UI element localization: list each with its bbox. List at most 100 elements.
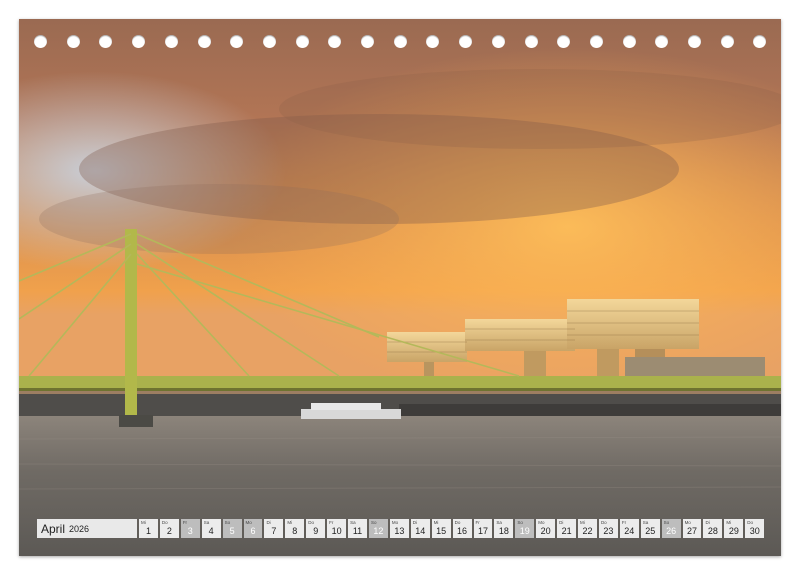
weekday-label: Fr — [182, 520, 188, 525]
binding-hole — [295, 35, 309, 48]
day-number: 14 — [415, 526, 426, 536]
weekday-label: Mi — [287, 520, 293, 525]
day-cell: Fr 17 — [473, 519, 493, 538]
day-cell: Sa 25 — [640, 519, 660, 538]
month-name: April — [41, 521, 66, 536]
binding-hole — [557, 35, 571, 48]
binding-hole — [328, 35, 342, 48]
day-number: 21 — [561, 526, 572, 536]
weekday-label: Mo — [538, 520, 545, 525]
binding-hole — [262, 35, 276, 48]
weekday-label: Di — [412, 520, 418, 525]
day-number: 10 — [331, 526, 342, 536]
weekday-label: Di — [266, 520, 271, 525]
day-number: 18 — [498, 526, 509, 536]
day-number: 27 — [687, 526, 698, 536]
day-cell: Fr 24 — [619, 519, 639, 538]
day-cell: Do 23 — [598, 519, 618, 538]
day-number: 7 — [271, 526, 277, 536]
weekday-label: Mo — [391, 520, 399, 525]
weekday-label: Di — [559, 520, 564, 525]
day-cell: Di 28 — [703, 519, 723, 538]
day-cell: Mi 1 — [139, 519, 158, 538]
day-cell: Mi 8 — [285, 519, 305, 538]
day-number: 15 — [436, 526, 447, 536]
binding-hole — [393, 35, 407, 48]
binding-hole — [524, 35, 538, 48]
day-number: 17 — [477, 526, 488, 536]
day-cell: Mi 22 — [578, 519, 597, 538]
weekday-label: Do — [600, 520, 607, 525]
weekday-label: Fr — [329, 520, 334, 525]
day-cell: Sa 18 — [494, 519, 514, 538]
weekday-label: Fr — [621, 520, 627, 525]
weekday-label: Do — [308, 520, 315, 525]
binding-hole — [99, 35, 113, 48]
day-cell: Fr 10 — [327, 519, 347, 538]
day-number: 8 — [292, 526, 298, 536]
day-number: 2 — [166, 526, 172, 536]
day-cell: Do 2 — [159, 519, 179, 538]
weekday-label: Mo — [684, 520, 691, 525]
day-cell: Mi 15 — [431, 519, 451, 538]
day-number: 11 — [352, 526, 363, 536]
weekday-label: Mi — [580, 520, 585, 525]
day-number: 22 — [582, 526, 593, 536]
day-cell: Di 21 — [557, 519, 577, 538]
day-cell: Do 16 — [452, 519, 472, 538]
day-cell: So 12 — [368, 519, 388, 538]
sunset-cityscape-image — [19, 19, 781, 556]
day-cell: Sa 11 — [348, 519, 367, 538]
weekday-label: Do — [747, 520, 754, 525]
weekday-label: So — [663, 520, 670, 525]
day-number: 28 — [707, 526, 718, 536]
day-cell: Mi 29 — [724, 519, 744, 538]
weekday-label: Mo — [245, 520, 252, 525]
day-number: 1 — [145, 526, 151, 536]
weekday-label: Do — [161, 520, 168, 525]
day-number: 30 — [749, 526, 760, 536]
month-label-box: April 2026 — [37, 519, 137, 538]
day-cell: Mo 20 — [536, 519, 556, 538]
day-number: 20 — [540, 526, 551, 536]
weekday-label: Mi — [433, 520, 439, 525]
day-cell: Mo 6 — [243, 519, 263, 538]
binding-hole — [622, 35, 636, 48]
day-number: 9 — [313, 526, 319, 536]
binding-hole — [361, 35, 374, 48]
day-number: 6 — [250, 526, 256, 536]
day-number: 24 — [624, 526, 635, 536]
weekday-label: Mi — [726, 520, 732, 525]
spiral-binding-holes — [19, 35, 781, 49]
day-cell: So 26 — [661, 519, 681, 538]
binding-hole — [459, 35, 473, 48]
day-cell: Fr 3 — [180, 519, 200, 538]
day-cell: Sa 4 — [201, 519, 221, 538]
day-number: 16 — [457, 526, 468, 536]
binding-hole — [589, 35, 603, 48]
weekday-label: Mi — [141, 520, 146, 525]
weekday-label: So — [517, 520, 523, 525]
day-cell: Mo 27 — [682, 519, 702, 538]
day-number: 5 — [229, 526, 235, 536]
day-number: 23 — [603, 526, 614, 536]
weekday-label: So — [370, 520, 377, 525]
day-cells: Mi 1 Do 2 Fr 3 Sa 4 So 5 Mo 6 Di 7 Mi 8 Do 9 Fr 10 Sa 11 So 12 M… — [139, 519, 765, 538]
binding-hole — [132, 35, 146, 48]
weekday-label: So — [224, 520, 231, 525]
weekday-label: Sa — [350, 520, 356, 525]
weekday-label: Fr — [475, 520, 480, 525]
binding-hole — [34, 35, 47, 48]
day-cell: Di 14 — [410, 519, 430, 538]
weekday-label: Sa — [496, 520, 502, 525]
binding-hole — [688, 35, 701, 48]
day-cell: So 19 — [515, 519, 535, 538]
day-cell: Do 9 — [306, 519, 326, 538]
weekday-label: Do — [454, 520, 461, 525]
day-number: 12 — [373, 526, 384, 536]
binding-hole — [426, 35, 440, 48]
day-number: 25 — [645, 526, 656, 536]
year-label: 2026 — [69, 523, 90, 534]
day-number: 13 — [394, 526, 405, 536]
day-number: 3 — [187, 526, 193, 536]
